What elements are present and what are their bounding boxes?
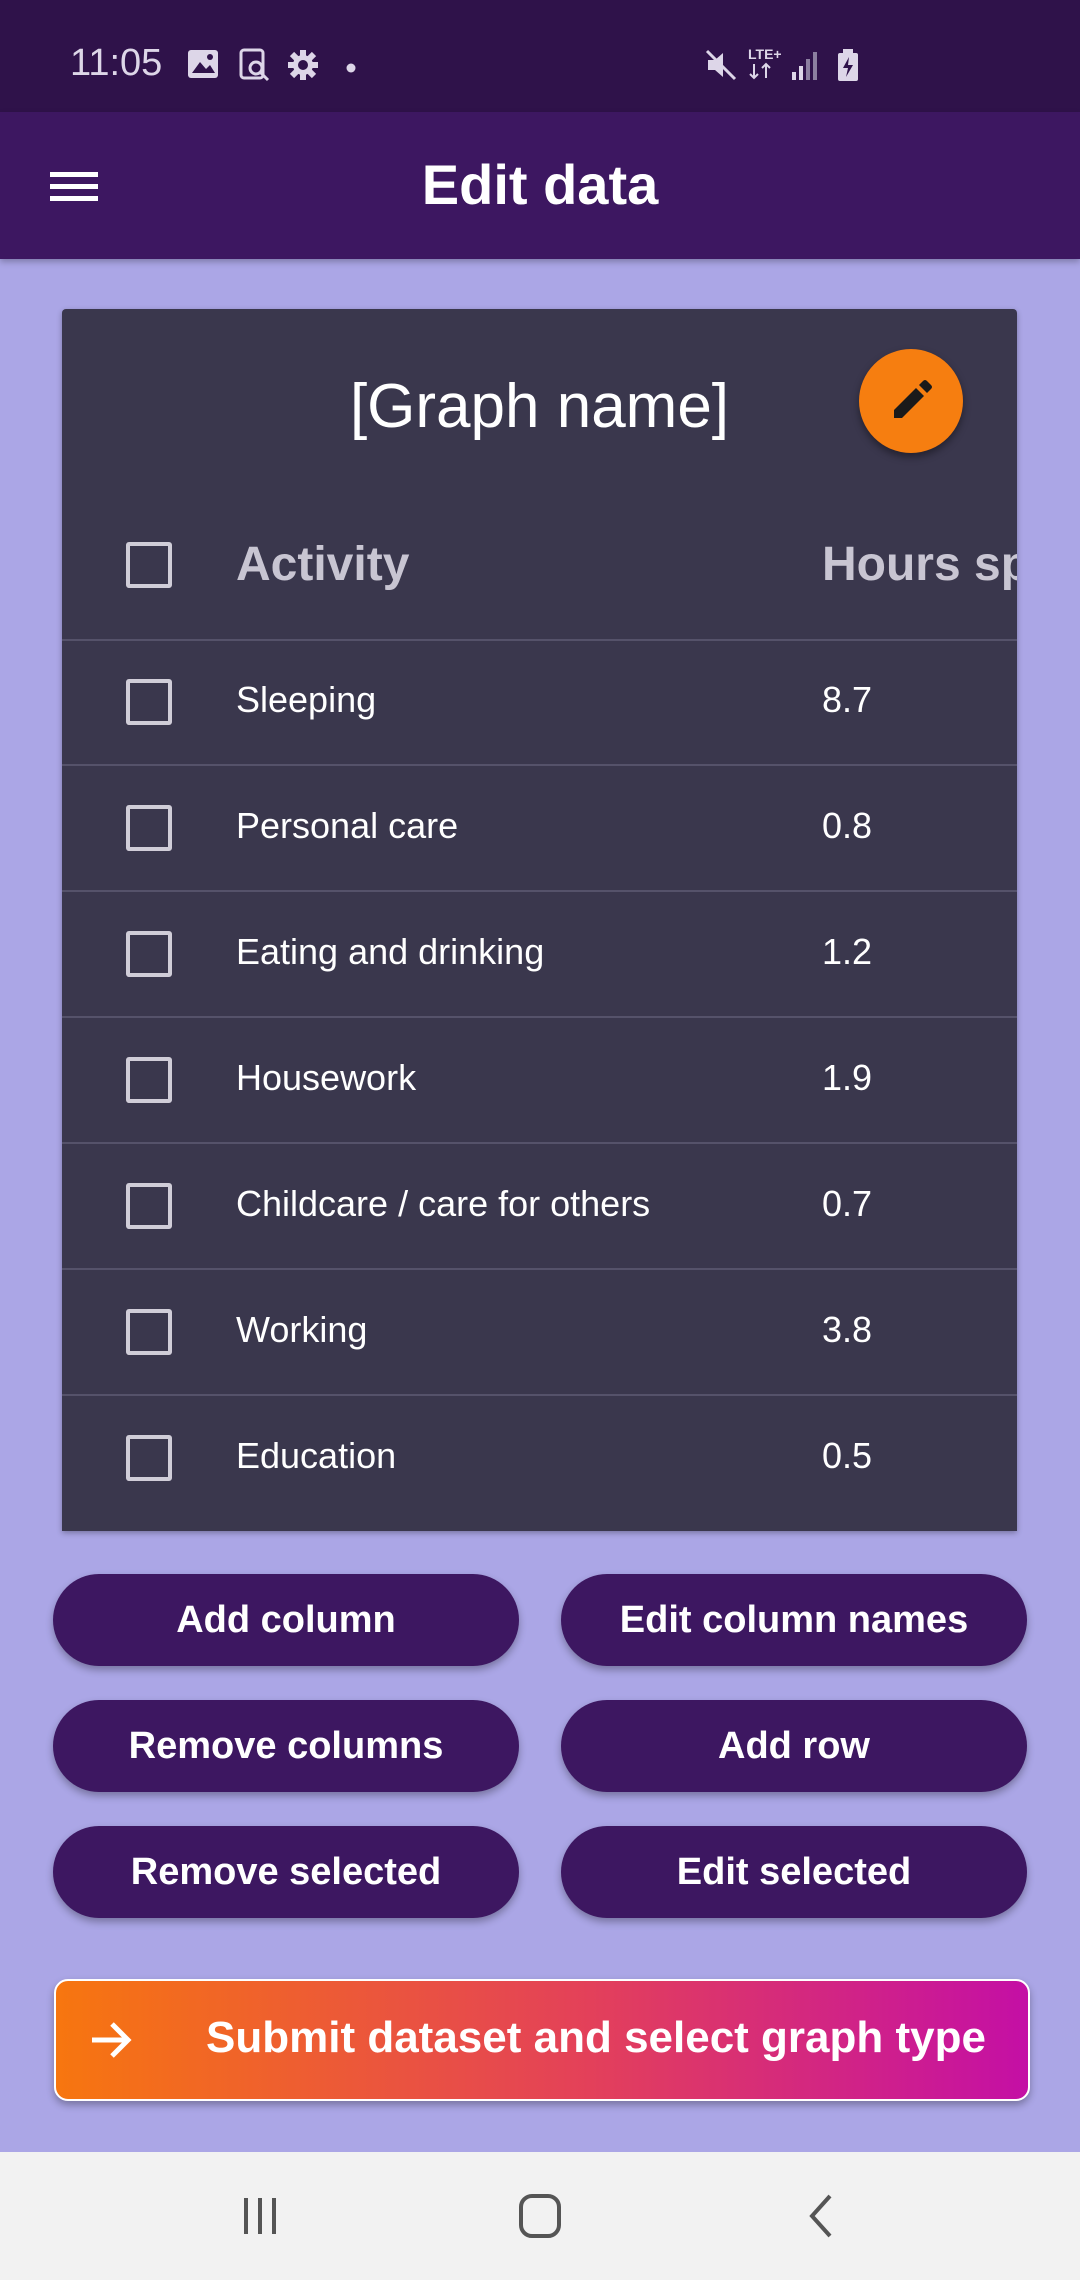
add-column-button[interactable]: Add column <box>53 1574 519 1666</box>
table-row[interactable]: Working 3.8 <box>62 1269 1017 1396</box>
recent-apps-icon <box>244 2198 276 2234</box>
hours-cell: 3.8 <box>822 1309 873 1350</box>
add-row-button[interactable]: Add row <box>561 1700 1027 1792</box>
activity-cell: Eating and drinking <box>236 931 545 972</box>
image-icon <box>186 48 220 85</box>
status-bar: 11:05 LTE+ <box>0 0 1080 112</box>
row-checkbox[interactable] <box>126 805 172 851</box>
remove-columns-button[interactable]: Remove columns <box>53 1700 519 1792</box>
hours-cell: 1.9 <box>822 1057 873 1098</box>
table-row[interactable]: Childcare / care for others 0.7 <box>62 1143 1017 1270</box>
app-bar: Edit data <box>0 112 1080 259</box>
row-checkbox[interactable] <box>126 1057 172 1103</box>
activity-cell: Personal care <box>236 805 459 846</box>
table-row[interactable]: Eating and drinking 1.2 <box>62 891 1017 1018</box>
submit-dataset-button[interactable]: Submit dataset and select graph type <box>54 1979 1030 2101</box>
remove-selected-button[interactable]: Remove selected <box>53 1826 519 1918</box>
hours-cell: 0.5 <box>822 1435 873 1476</box>
data-table-card: [Graph name] Activity Hours sp Sleeping … <box>62 309 1017 1531</box>
activity-cell: Housework <box>236 1057 417 1098</box>
back-button[interactable] <box>792 2188 852 2244</box>
activity-cell: Sleeping <box>236 679 377 720</box>
table-row[interactable]: Education 0.5 <box>62 1395 1017 1520</box>
activity-cell: Childcare / care for others <box>236 1183 651 1224</box>
hours-cell: 1.2 <box>822 931 873 972</box>
table-row[interactable]: Housework 1.9 <box>62 1017 1017 1144</box>
row-checkbox[interactable] <box>126 1435 172 1481</box>
lte-icon: LTE+ <box>746 44 790 89</box>
table-row[interactable]: Sleeping 8.7 <box>62 639 1017 766</box>
home-icon <box>519 2194 561 2238</box>
row-checkbox[interactable] <box>126 1309 172 1355</box>
column-header-hours[interactable]: Hours sp <box>822 537 1017 592</box>
pencil-icon <box>894 380 932 418</box>
hours-cell: 0.8 <box>822 805 873 846</box>
row-checkbox[interactable] <box>126 1183 172 1229</box>
select-all-checkbox[interactable] <box>126 542 172 588</box>
home-button[interactable] <box>510 2188 570 2244</box>
hours-cell: 0.7 <box>822 1183 873 1224</box>
recent-apps-button[interactable] <box>230 2188 290 2244</box>
edit-column-names-button[interactable]: Edit column names <box>561 1574 1027 1666</box>
dot-icon <box>346 60 356 78</box>
system-nav-bar <box>0 2152 1080 2280</box>
page-title: Edit data <box>421 153 659 216</box>
edit-graph-name-button[interactable] <box>859 349 963 453</box>
row-checkbox[interactable] <box>126 679 172 725</box>
signal-icon <box>790 48 820 87</box>
table-header-row: Activity Hours sp <box>62 489 1017 641</box>
battery-icon <box>836 48 860 87</box>
activity-cell: Working <box>236 1309 368 1350</box>
lte-label: LTE+ <box>748 46 782 62</box>
edit-selected-button[interactable]: Edit selected <box>561 1826 1027 1918</box>
mute-icon <box>704 48 738 87</box>
hours-cell: 8.7 <box>822 679 873 720</box>
activity-cell: Education <box>236 1435 397 1476</box>
column-header-activity[interactable]: Activity <box>236 537 409 592</box>
back-icon <box>809 2194 832 2238</box>
settings-icon <box>286 48 320 87</box>
table-row[interactable]: Personal care 0.8 <box>62 765 1017 892</box>
arrow-right-icon <box>92 2022 132 2058</box>
screenshot-search-icon <box>238 48 272 87</box>
status-time: 11:05 <box>70 42 163 84</box>
row-checkbox[interactable] <box>126 931 172 977</box>
submit-label: Submit dataset and select graph type <box>206 2013 986 2062</box>
